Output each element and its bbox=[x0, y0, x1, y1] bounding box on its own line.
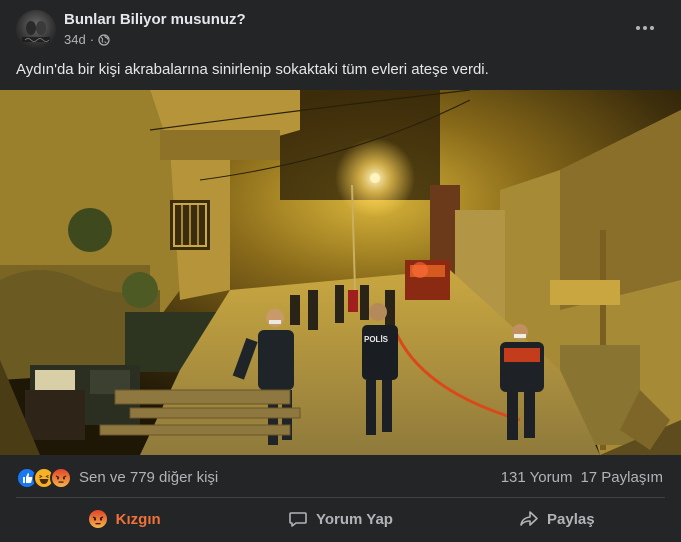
post-header: Bunları Biliyor musunuz? 34d · bbox=[0, 0, 681, 56]
action-bar: Kızgın Yorum Yap Paylaş bbox=[16, 500, 665, 538]
angry-icon bbox=[50, 467, 72, 489]
engagement-counts: 131 Yorum 17 Paylaşım bbox=[501, 469, 663, 486]
share-count[interactable]: 17 Paylaşım bbox=[580, 469, 663, 486]
post-photo[interactable]: POLİS bbox=[0, 90, 681, 455]
actions-divider bbox=[16, 497, 665, 498]
share-button-label: Paylaş bbox=[547, 510, 595, 528]
angry-reaction-button[interactable]: Kızgın bbox=[16, 500, 232, 538]
reaction-icons[interactable] bbox=[16, 467, 72, 489]
photo-scene: POLİS bbox=[0, 90, 681, 455]
comment-icon bbox=[289, 512, 307, 527]
comment-count[interactable]: 131 Yorum bbox=[501, 469, 573, 486]
more-options-button[interactable] bbox=[627, 18, 663, 38]
post-text: Aydın'da bir kişi akrabalarına sinirleni… bbox=[16, 61, 489, 78]
share-icon bbox=[520, 511, 538, 526]
comment-button[interactable]: Yorum Yap bbox=[232, 500, 448, 538]
reaction-summary[interactable]: Sen ve 779 diğer kişi bbox=[79, 469, 218, 486]
page-avatar[interactable] bbox=[16, 10, 56, 50]
more-dot-icon bbox=[650, 26, 654, 30]
comment-button-label: Yorum Yap bbox=[316, 510, 393, 528]
more-dot-icon bbox=[636, 26, 640, 30]
page-name-link[interactable]: Bunları Biliyor musunuz? bbox=[64, 11, 246, 28]
post-meta: 34d · bbox=[64, 32, 110, 47]
police-vest-text: POLİS bbox=[364, 335, 389, 344]
reactions-row: Sen ve 779 diğer kişi 131 Yorum 17 Payla… bbox=[0, 458, 681, 498]
meta-separator: · bbox=[89, 32, 95, 47]
post-time[interactable]: 34d bbox=[64, 32, 86, 47]
more-dot-icon bbox=[643, 26, 647, 30]
angry-reaction-label: Kızgın bbox=[115, 510, 161, 528]
share-button[interactable]: Paylaş bbox=[449, 500, 665, 538]
angry-icon bbox=[88, 510, 107, 528]
globe-icon[interactable] bbox=[98, 33, 110, 46]
